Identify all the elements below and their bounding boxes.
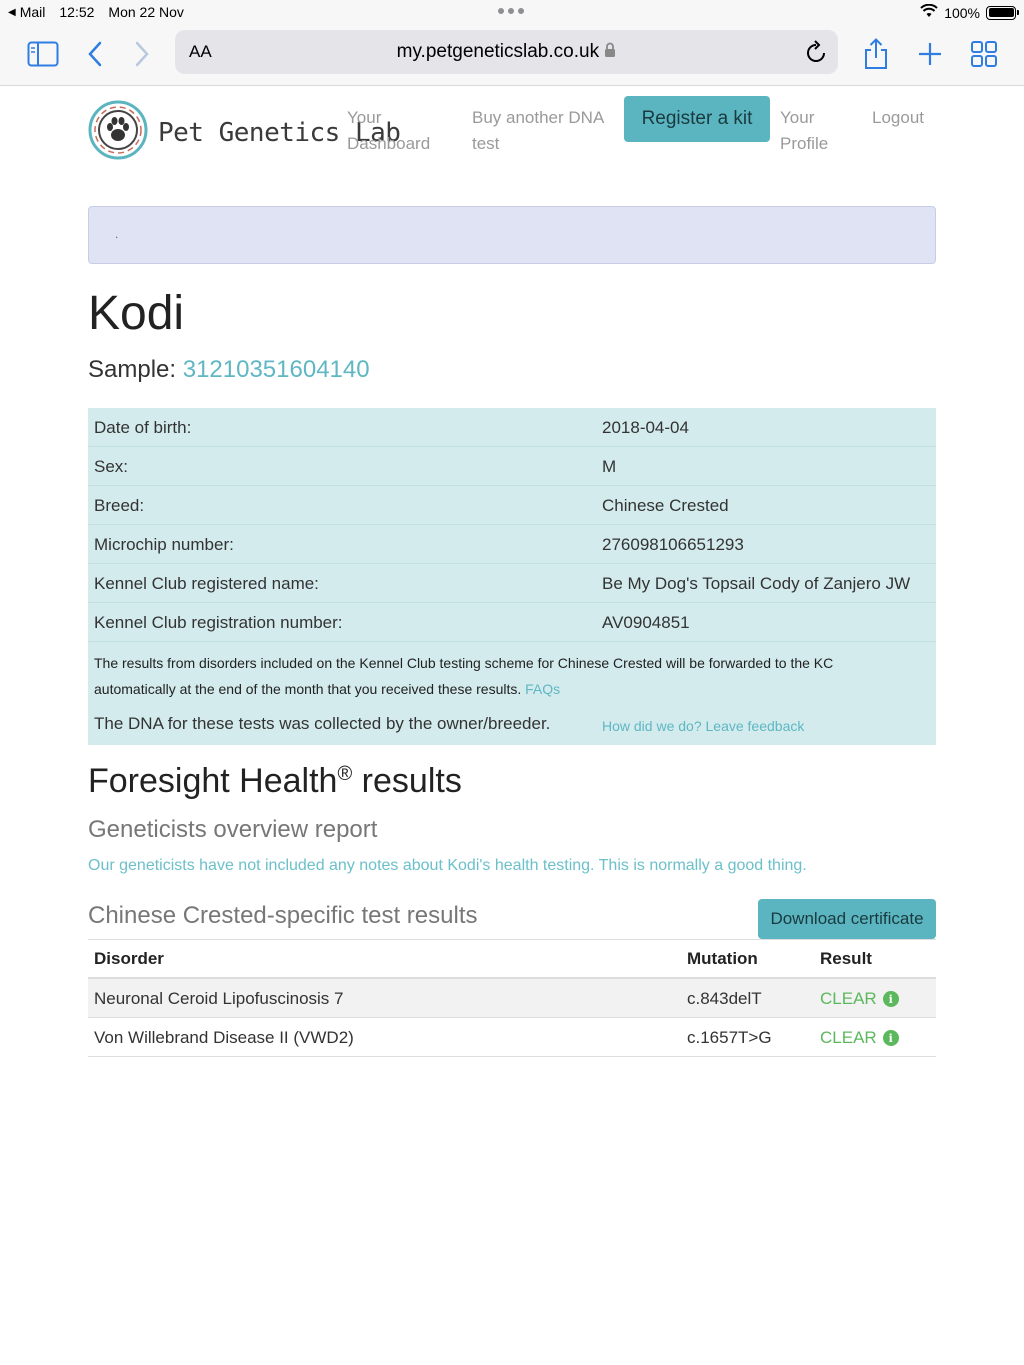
- info-alert: .: [88, 206, 936, 264]
- sample-id: 31210351604140: [182, 356, 370, 383]
- battery-icon: [986, 5, 1019, 20]
- col-result: Result: [820, 949, 872, 968]
- detail-label: Date of birth:: [94, 418, 192, 437]
- chevron-right-icon[interactable]: [124, 36, 160, 72]
- nav-profile-line2: Profile: [780, 134, 829, 153]
- nav-logout[interactable]: Logout: [872, 105, 924, 131]
- url-text: my.petgeneticslab.co.uk: [396, 41, 600, 62]
- nav-profile-line1: Your: [780, 108, 815, 127]
- sidebar-icon[interactable]: [25, 36, 61, 72]
- disorder-cell: Neuronal Ceroid Lipofuscinosis 7: [94, 989, 344, 1008]
- register-kit-button[interactable]: Register a kit: [624, 96, 770, 142]
- table-row: Neuronal Ceroid Lipofuscinosis 7 c.843de…: [88, 979, 936, 1018]
- plus-icon[interactable]: [912, 36, 948, 72]
- breed-specific-heading: Chinese Crested-specific test results: [88, 902, 478, 929]
- status-bar: ◀ Mail 12:52 Mon 22 Nov 100%: [0, 0, 1024, 26]
- pet-details-table: Date of birth: 2018-04-04 Sex: M Breed: …: [88, 408, 936, 745]
- multitasking-dots[interactable]: [498, 8, 524, 14]
- nav-buy-line1: Buy another DNA: [472, 108, 605, 127]
- details-row: Microchip number: 276098106651293: [88, 525, 936, 564]
- detail-value: Be My Dog's Topsail Cody of Zanjero JW: [602, 574, 911, 593]
- result-cell: CLEAR i: [820, 1028, 899, 1048]
- details-row: Date of birth: 2018-04-04: [88, 408, 936, 447]
- nav-your-profile[interactable]: Your Profile: [780, 105, 828, 157]
- page-title: Kodi: [88, 287, 185, 340]
- nav-buy-dna-test[interactable]: Buy another DNA test: [472, 105, 604, 157]
- detail-value: 2018-04-04: [602, 418, 689, 437]
- overview-text: Our geneticists have not included any no…: [88, 857, 807, 874]
- mutation-cell: c.843delT: [687, 989, 762, 1008]
- col-disorder: Disorder: [94, 949, 164, 968]
- back-arrow-icon: ◀: [8, 6, 16, 18]
- lock-icon: [604, 41, 616, 62]
- alert-text: .: [115, 227, 119, 241]
- foresight-heading-text: Foresight Health: [88, 762, 338, 800]
- battery-percent: 100%: [944, 4, 980, 21]
- info-icon[interactable]: i: [882, 1030, 899, 1046]
- details-row: Breed: Chinese Crested: [88, 486, 936, 525]
- microchip-link[interactable]: 276098106651293: [602, 535, 744, 555]
- result-clear: CLEAR: [820, 1028, 877, 1047]
- kc-note: The results from disorders included on t…: [94, 650, 914, 702]
- registered-mark: ®: [337, 763, 353, 785]
- nav-dashboard-line1: Your: [347, 108, 382, 127]
- address-bar[interactable]: AA my.petgeneticslab.co.uk: [175, 30, 838, 74]
- share-icon[interactable]: [858, 36, 894, 72]
- status-time: 12:52: [59, 4, 95, 20]
- kc-note-text: The results from disorders included on t…: [94, 655, 834, 697]
- details-row: Kennel Club registered name: Be My Dog's…: [88, 564, 936, 603]
- nav-dashboard-line2: Dashboard: [347, 134, 431, 153]
- info-icon[interactable]: i: [882, 991, 899, 1007]
- col-mutation: Mutation: [687, 949, 758, 968]
- disorder-cell: Von Willebrand Disease II (VWD2): [94, 1028, 354, 1047]
- wifi-icon: [920, 3, 938, 21]
- faqs-link[interactable]: FAQs: [525, 681, 560, 697]
- paw-logo-icon: [88, 100, 148, 165]
- detail-value: M: [602, 457, 617, 476]
- detail-label: Kennel Club registration number:: [94, 613, 343, 632]
- table-row: Von Willebrand Disease II (VWD2) c.1657T…: [88, 1018, 936, 1057]
- feedback-link[interactable]: How did we do? Leave feedback: [602, 718, 804, 734]
- reload-icon[interactable]: [804, 39, 828, 70]
- result-clear: CLEAR: [820, 989, 877, 1008]
- overview-heading: Geneticists overview report: [88, 816, 378, 843]
- result-cell: CLEAR i: [820, 989, 899, 1009]
- detail-label: Breed:: [94, 496, 145, 515]
- nav-buy-line2: test: [472, 134, 500, 153]
- detail-label: Microchip number:: [94, 535, 234, 554]
- results-header-row: Disorder Mutation Result: [88, 939, 936, 979]
- nav-your-dashboard[interactable]: Your Dashboard: [347, 105, 430, 157]
- mutation-cell: c.1657T>G: [687, 1028, 772, 1047]
- foresight-heading: Foresight Health® results: [88, 762, 462, 801]
- sample-label: Sample:: [88, 356, 177, 383]
- chevron-left-icon[interactable]: [77, 36, 113, 72]
- detail-value: AV0904851: [602, 613, 690, 632]
- status-date: Mon 22 Nov: [108, 4, 184, 20]
- back-app-label: Mail: [19, 4, 46, 20]
- dna-note: The DNA for these tests was collected by…: [94, 714, 551, 733]
- details-row: Sex: M: [88, 447, 936, 486]
- detail-value: Chinese Crested: [602, 496, 729, 515]
- back-to-app[interactable]: ◀ Mail: [8, 4, 45, 20]
- download-certificate-button[interactable]: Download certificate: [758, 899, 936, 939]
- details-row: Kennel Club registration number: AV09048…: [88, 603, 936, 642]
- browser-toolbar: AA my.petgeneticslab.co.uk: [0, 26, 1024, 86]
- foresight-heading-suffix: results: [361, 762, 462, 800]
- detail-label: Kennel Club registered name:: [94, 574, 319, 593]
- sample-line: Sample: 31210351604140: [88, 356, 370, 384]
- detail-label: Sex:: [94, 457, 129, 476]
- tabs-grid-icon[interactable]: [966, 36, 1002, 72]
